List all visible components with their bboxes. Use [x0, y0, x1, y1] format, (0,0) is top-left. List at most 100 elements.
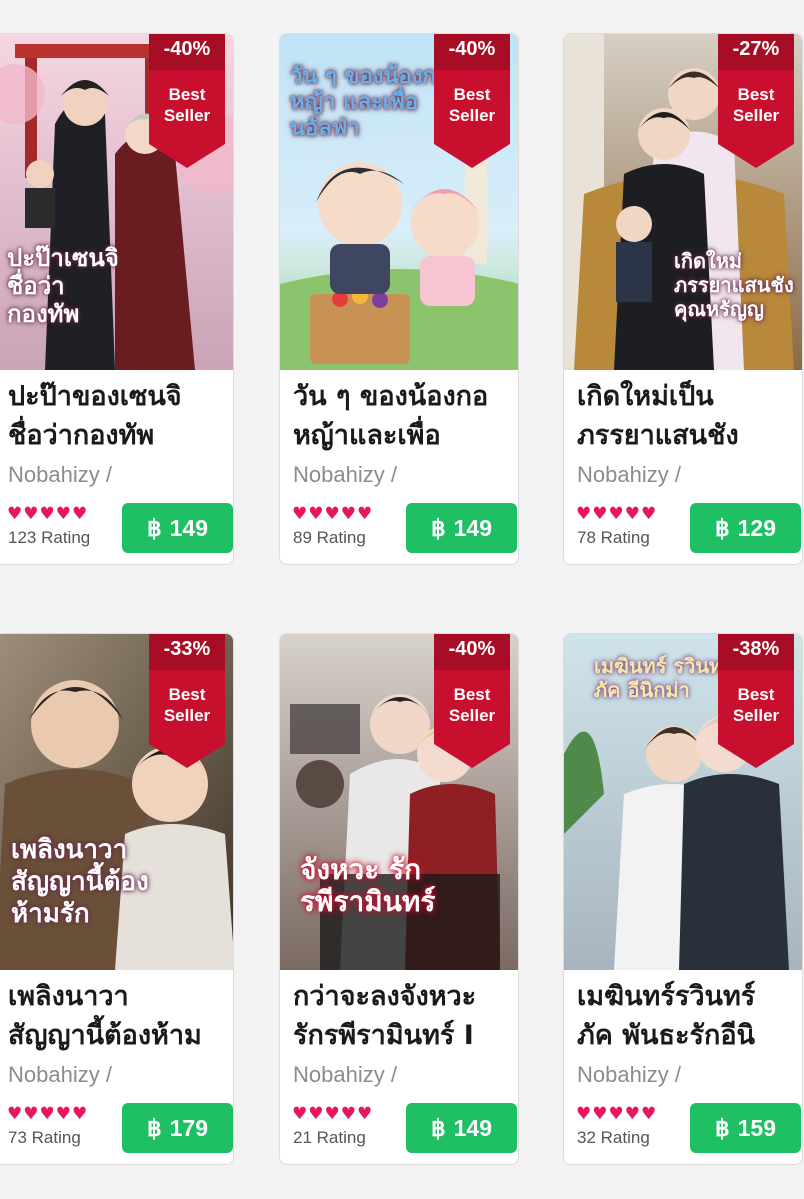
heart-icon: ♥ [641, 504, 657, 524]
heart-icon: ♥ [576, 1104, 592, 1124]
discount-percent: -40% [448, 638, 496, 660]
price-value: 149 [169, 514, 208, 541]
heart-icon: ♥ [55, 504, 71, 524]
baht-icon: ฿ [430, 514, 446, 541]
discount-ribbon: -38% Best Seller [718, 634, 794, 768]
heart-icon: ♥ [23, 504, 39, 524]
baht-icon: ฿ [146, 514, 162, 541]
discount-percent: -27% [732, 38, 780, 60]
price-button[interactable]: ฿ 159 [690, 1103, 801, 1153]
discount-ribbon: -33% Best Seller [149, 634, 225, 768]
rating-hearts: ♥ ♥ ♥ ♥ ♥ [7, 505, 87, 523]
author-name[interactable]: Nobahizy / [8, 462, 112, 488]
price-button[interactable]: ฿ 179 [122, 1103, 233, 1153]
best-seller-badge: Best Seller [448, 85, 496, 125]
book-title[interactable]: กว่าจะลงจังหวะ รักรพีรามินทร์ I [293, 977, 515, 1055]
best-seller-badge: Best Seller [448, 685, 496, 725]
book-title[interactable]: เพลิงนาวา สัญญานี้ต้องห้าม [8, 977, 230, 1055]
heart-icon: ♥ [357, 1104, 373, 1124]
price-value: 149 [453, 1114, 492, 1141]
cover-title-text: จังหวะ รัก รพีรามินทร์ [300, 853, 436, 918]
rating-hearts: ♥ ♥ ♥ ♥ ♥ [7, 1105, 87, 1123]
heart-icon: ♥ [592, 504, 608, 524]
cover-title-text: ปะป๊าเซนจิ ชื่อว่า กองทัพ [7, 244, 119, 328]
product-card[interactable]: จังหวะ รัก รพีรามินทร์ -40% Best Seller ก… [279, 633, 519, 1165]
heart-icon: ♥ [340, 504, 356, 524]
rating-count: 78 Rating [577, 528, 650, 547]
product-card[interactable]: เพลิงนาวา สัญญานี้ต้องห้ามรัก -33% Best S… [0, 633, 234, 1165]
heart-icon: ♥ [39, 1104, 55, 1124]
cover-title-text: เพลิงนาวา สัญญานี้ต้องห้ามรัก [11, 835, 149, 929]
rating-count: 123 Rating [8, 528, 91, 547]
book-title[interactable]: เกิดใหม่เป็น ภรรยาแสนชัง [577, 377, 799, 455]
rating-hearts: ♥ ♥ ♥ ♥ ♥ [292, 505, 372, 523]
rating-hearts: ♥ ♥ ♥ ♥ ♥ [576, 1105, 656, 1123]
author-name[interactable]: Nobahizy / [8, 1062, 112, 1088]
product-card[interactable]: ปะป๊าเซนจิ ชื่อว่า กองทัพ -40% Best Selle… [0, 33, 234, 565]
discount-percent: -33% [163, 638, 211, 660]
rating-count: 32 Rating [577, 1128, 650, 1147]
baht-icon: ฿ [146, 1114, 162, 1141]
heart-icon: ♥ [592, 1104, 608, 1124]
rating-count: 21 Rating [293, 1128, 366, 1147]
heart-icon: ♥ [624, 504, 640, 524]
product-card[interactable]: วัน ๆ ของน้องกอหญ้า และเพื่อนอัลฟ่า -40%… [279, 33, 519, 565]
heart-icon: ♥ [576, 504, 592, 524]
discount-percent: -38% [732, 638, 780, 660]
baht-icon: ฿ [430, 1114, 446, 1141]
book-title[interactable]: ปะป๊าของเซนจิ ชื่อว่ากองทัพ [8, 377, 230, 455]
heart-icon: ♥ [72, 1104, 88, 1124]
product-card[interactable]: เมฆินทร์ รวินทร์ภัค อีนิกม่า -38% Best Se… [563, 633, 803, 1165]
baht-icon: ฿ [714, 514, 730, 541]
price-value: 179 [169, 1114, 208, 1141]
baht-icon: ฿ [714, 1114, 730, 1141]
author-name[interactable]: Nobahizy / [577, 462, 681, 488]
rating-count: 89 Rating [293, 528, 366, 547]
heart-icon: ♥ [324, 1104, 340, 1124]
heart-icon: ♥ [292, 504, 308, 524]
heart-icon: ♥ [292, 1104, 308, 1124]
cover-title-text: เกิดใหม่ ภรรยาแสนชัง คุณหรัญญ [674, 249, 794, 321]
discount-percent: -40% [163, 38, 211, 60]
price-value: 129 [737, 514, 776, 541]
heart-icon: ♥ [308, 504, 324, 524]
price-value: 149 [453, 514, 492, 541]
heart-icon: ♥ [55, 1104, 71, 1124]
heart-icon: ♥ [23, 1104, 39, 1124]
heart-icon: ♥ [641, 1104, 657, 1124]
price-value: 159 [737, 1114, 776, 1141]
discount-percent: -40% [448, 38, 496, 60]
author-name[interactable]: Nobahizy / [577, 1062, 681, 1088]
price-button[interactable]: ฿ 129 [690, 503, 801, 553]
heart-icon: ♥ [357, 504, 373, 524]
author-name[interactable]: Nobahizy / [293, 1062, 397, 1088]
discount-ribbon: -40% Best Seller [149, 34, 225, 168]
best-seller-badge: Best Seller [163, 85, 211, 125]
heart-icon: ♥ [7, 504, 23, 524]
product-card[interactable]: เกิดใหม่ ภรรยาแสนชัง คุณหรัญญ -27% Best S… [563, 33, 803, 565]
heart-icon: ♥ [308, 1104, 324, 1124]
discount-ribbon: -40% Best Seller [434, 634, 510, 768]
heart-icon: ♥ [608, 504, 624, 524]
heart-icon: ♥ [7, 1104, 23, 1124]
rating-count: 73 Rating [8, 1128, 81, 1147]
best-seller-badge: Best Seller [732, 85, 780, 125]
book-title[interactable]: วัน ๆ ของน้องกอ หญ้าและเพื่อ [293, 377, 515, 455]
price-button[interactable]: ฿ 149 [406, 1103, 517, 1153]
heart-icon: ♥ [72, 504, 88, 524]
discount-ribbon: -40% Best Seller [434, 34, 510, 168]
heart-icon: ♥ [324, 504, 340, 524]
heart-icon: ♥ [39, 504, 55, 524]
rating-hearts: ♥ ♥ ♥ ♥ ♥ [576, 505, 656, 523]
book-title[interactable]: เมฆินทร์รวินทร์ ภัค พันธะรักอีนิ [577, 977, 799, 1055]
heart-icon: ♥ [608, 1104, 624, 1124]
price-button[interactable]: ฿ 149 [406, 503, 517, 553]
heart-icon: ♥ [624, 1104, 640, 1124]
author-name[interactable]: Nobahizy / [293, 462, 397, 488]
best-seller-badge: Best Seller [163, 685, 211, 725]
rating-hearts: ♥ ♥ ♥ ♥ ♥ [292, 1105, 372, 1123]
discount-ribbon: -27% Best Seller [718, 34, 794, 168]
price-button[interactable]: ฿ 149 [122, 503, 233, 553]
heart-icon: ♥ [340, 1104, 356, 1124]
cover-title-text: วัน ๆ ของน้องกอหญ้า และเพื่อนอัลฟ่า [290, 64, 450, 141]
